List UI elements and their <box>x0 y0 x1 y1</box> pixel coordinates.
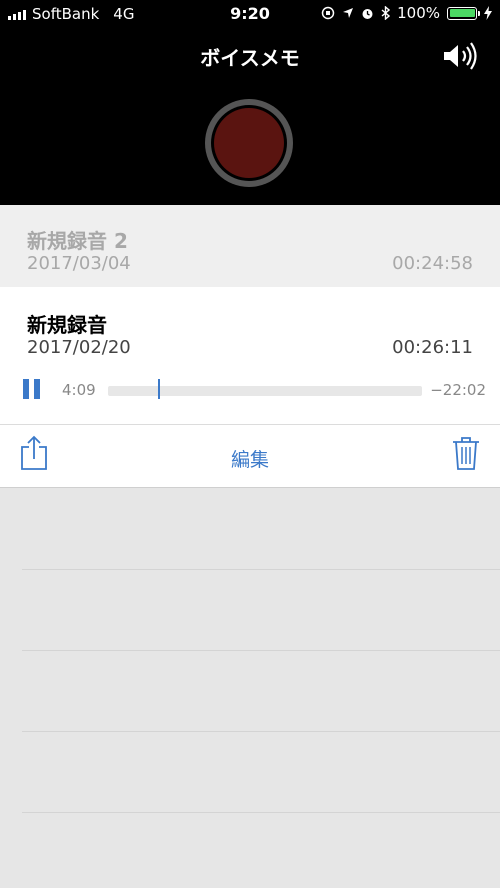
trash-icon[interactable] <box>452 435 480 471</box>
recording-duration: 00:26:11 <box>392 337 473 358</box>
bluetooth-icon <box>381 6 391 20</box>
record-button[interactable] <box>205 99 293 187</box>
empty-row-divider <box>22 650 500 651</box>
location-icon <box>343 8 354 18</box>
rotation-lock-icon <box>321 6 335 20</box>
list-bottom-divider <box>0 487 500 488</box>
page-title: ボイスメモ <box>200 46 300 70</box>
recording-duration: 00:24:58 <box>392 253 473 274</box>
empty-row-divider <box>22 569 500 570</box>
recording-date: 2017/03/04 <box>27 253 131 274</box>
edit-button[interactable]: 編集 <box>0 445 500 472</box>
charging-icon <box>484 6 492 20</box>
elapsed-time: 4:09 <box>62 381 96 399</box>
status-bar: SoftBank 4G 9:20 100% <box>0 0 500 30</box>
alarm-icon <box>362 8 373 19</box>
empty-row-divider <box>22 812 500 813</box>
top-bar: SoftBank 4G 9:20 100% ボイスメモ <box>0 0 500 205</box>
battery-percent: 100% <box>397 4 440 22</box>
remaining-time: −22:02 <box>430 381 486 399</box>
recording-name: 新規録音 2 <box>27 229 128 253</box>
recording-name: 新規録音 <box>27 313 107 337</box>
scrubber-track[interactable] <box>108 386 422 396</box>
recording-item-expanded[interactable]: 新規録音 2017/02/20 00:26:11 4:09 −22:02 編集 <box>0 287 500 487</box>
recording-date: 2017/02/20 <box>27 337 131 358</box>
divider <box>0 424 500 425</box>
scrubber-thumb[interactable] <box>158 379 160 399</box>
empty-row-divider <box>22 731 500 732</box>
speaker-icon[interactable] <box>442 42 480 70</box>
pause-button[interactable] <box>23 379 41 399</box>
battery-icon <box>447 6 480 20</box>
recording-item[interactable]: 新規録音 2 2017/03/04 00:24:58 <box>0 205 500 287</box>
